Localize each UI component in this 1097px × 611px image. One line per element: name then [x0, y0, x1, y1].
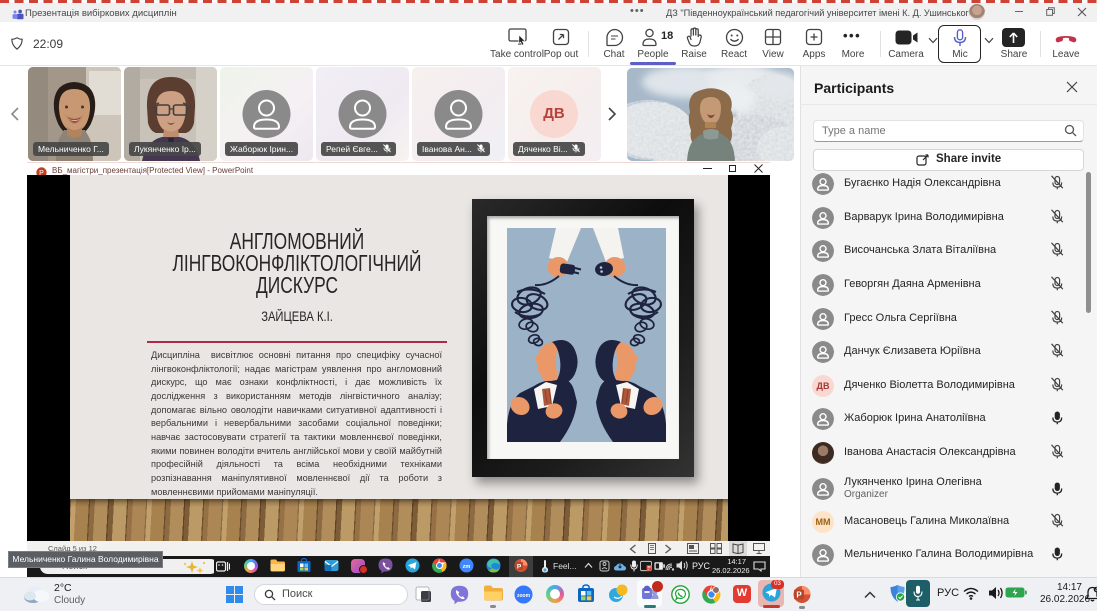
svg-text:P: P: [517, 564, 522, 571]
svg-text:P: P: [796, 591, 802, 600]
svg-text:zoom: zoom: [517, 593, 531, 599]
svg-text:zm: zm: [463, 564, 471, 570]
